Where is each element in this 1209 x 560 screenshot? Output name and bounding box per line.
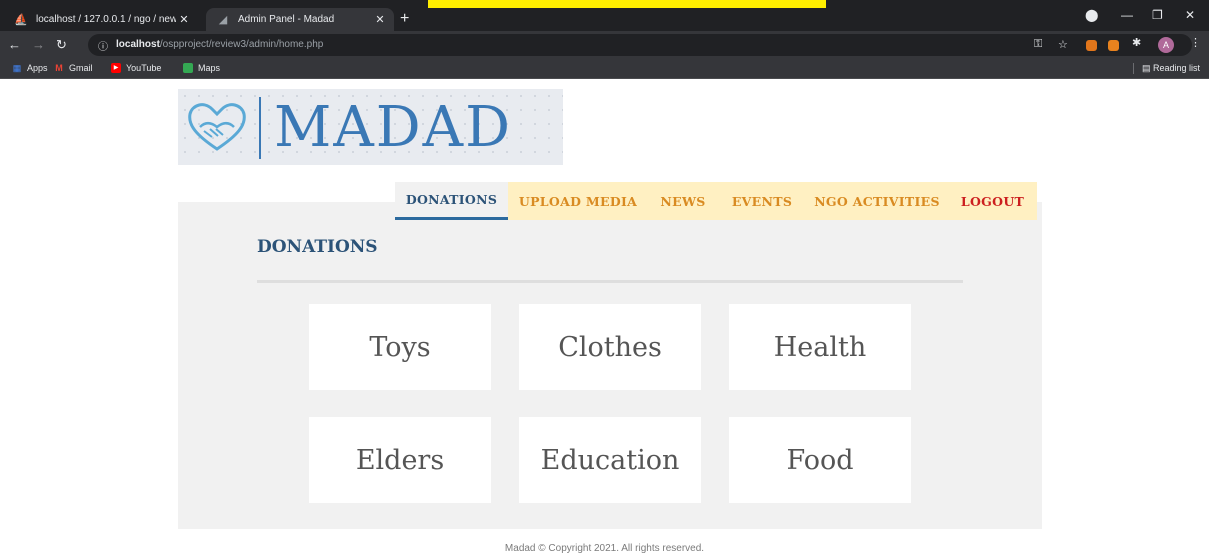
forward-icon[interactable]: → — [32, 37, 45, 52]
close-icon[interactable]: ✕ — [176, 13, 192, 26]
new-tab-button[interactable]: + — [400, 10, 409, 28]
nav-logout[interactable]: LOGOUT — [948, 182, 1037, 220]
maps-icon — [183, 63, 193, 73]
browser-titlebar: ⛵ localhost / 127.0.0.1 / ngo / news ✕ ◢… — [0, 0, 1209, 31]
category-card-health[interactable]: Health — [729, 304, 911, 390]
profile-avatar[interactable]: A — [1158, 37, 1174, 53]
bookmark-maps[interactable]: Maps — [183, 63, 220, 73]
category-card-education[interactable]: Education — [519, 417, 701, 503]
bookmark-star-icon[interactable]: ☆ — [1058, 38, 1068, 51]
key-icon[interactable]: ⚿ — [1034, 38, 1042, 51]
nav-secondary: UPLOAD MEDIA NEWS EVENTS NGO ACTIVITIES … — [508, 182, 1037, 220]
url-host: localhost — [116, 39, 160, 50]
tab-phpmyadmin[interactable]: ⛵ localhost / 127.0.0.1 / ngo / news ✕ — [8, 8, 198, 31]
site-logo[interactable]: MADAD — [178, 89, 563, 165]
category-card-clothes[interactable]: Clothes — [519, 304, 701, 390]
nav-events[interactable]: EVENTS — [718, 182, 806, 220]
close-icon[interactable]: ✕ — [372, 13, 388, 26]
section-title: DONATIONS — [257, 237, 378, 257]
menu-kebab-icon[interactable]: ⋮ — [1190, 36, 1201, 49]
bookmark-label: Apps — [27, 63, 48, 73]
nav-donations[interactable]: DONATIONS — [395, 182, 508, 220]
category-card-elders[interactable]: Elders — [309, 417, 491, 503]
logo-divider — [259, 97, 261, 159]
minimize-icon[interactable]: — — [1121, 8, 1133, 22]
main-nav: DONATIONS UPLOAD MEDIA NEWS EVENTS NGO A… — [395, 182, 1037, 220]
bookmark-label: Gmail — [69, 63, 93, 73]
info-icon[interactable]: ⓘ — [98, 38, 108, 53]
category-card-toys[interactable]: Toys — [309, 304, 491, 390]
restore-icon[interactable]: ❐ — [1152, 8, 1163, 22]
extensions-puzzle-icon[interactable]: ✱ — [1132, 36, 1141, 49]
url-path: /ospproject/review3/admin/home.php — [159, 39, 324, 50]
tab-search-icon[interactable]: ⬤ — [1085, 8, 1098, 22]
extension-fox-icon[interactable] — [1086, 40, 1097, 51]
extension-2-icon[interactable] — [1108, 40, 1119, 51]
apps-grid-icon: ▦ — [12, 63, 22, 73]
address-bar[interactable]: ⓘ localhost/ospproject/review3/admin/hom… — [88, 34, 1192, 56]
gmail-icon: M — [55, 63, 63, 73]
nav-news[interactable]: NEWS — [648, 182, 718, 220]
tab-title: localhost / 127.0.0.1 / ngo / news — [36, 14, 176, 25]
tab-title: Admin Panel - Madad — [238, 14, 335, 25]
handshake-heart-icon — [188, 103, 246, 151]
footer-copyright: Madad © Copyright 2021. All rights reser… — [504, 543, 705, 554]
page-icon: ◢ — [218, 14, 228, 26]
section-divider — [257, 280, 963, 283]
bookmark-apps[interactable]: ▦ Apps — [12, 63, 48, 73]
tab-admin-panel[interactable]: ◢ Admin Panel - Madad ✕ — [206, 8, 394, 31]
logo-text: MADAD — [274, 95, 513, 160]
reload-icon[interactable]: ↻ — [56, 37, 67, 53]
phpmyadmin-icon: ⛵ — [14, 14, 28, 26]
category-card-food[interactable]: Food — [729, 417, 911, 503]
bookmark-youtube[interactable]: ▶ YouTube — [111, 63, 161, 73]
bookmark-label: Maps — [198, 63, 221, 73]
browser-toolbar: ← → ↻ ⓘ localhost/ospproject/review3/adm… — [0, 31, 1209, 59]
nav-upload-media[interactable]: UPLOAD MEDIA — [508, 182, 648, 220]
url-text[interactable]: localhost/ospproject/review3/admin/home.… — [116, 39, 323, 50]
bookmarks-bar: ▦ Apps M Gmail ▶ YouTube Maps ▤ Reading … — [0, 59, 1209, 79]
bookmark-gmail[interactable]: M Gmail — [54, 63, 93, 73]
reading-list-icon: ▤ — [1142, 63, 1154, 73]
donations-panel: DONATIONS Toys Clothes Health Elders Edu… — [178, 202, 1042, 529]
youtube-icon: ▶ — [111, 63, 121, 73]
nav-ngo-activities[interactable]: NGO ACTIVITIES — [806, 182, 948, 220]
back-icon[interactable]: ← — [8, 37, 21, 52]
window-close-icon[interactable]: ✕ — [1185, 8, 1195, 22]
reading-list-label: Reading list — [1153, 63, 1201, 73]
highlight-strip — [428, 0, 826, 8]
bookmark-label: YouTube — [126, 63, 162, 73]
reading-list-button[interactable]: ▤ Reading list — [1133, 63, 1200, 74]
